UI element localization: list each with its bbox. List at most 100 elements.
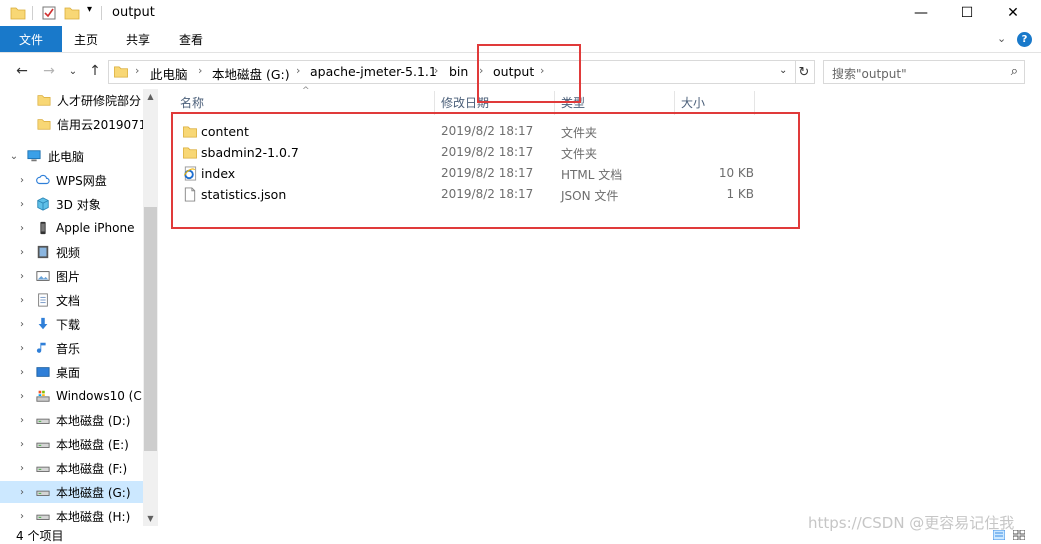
cube-icon	[37, 197, 49, 211]
tab-file[interactable]: 文件	[0, 26, 62, 52]
expand-arrow-icon[interactable]: ›	[16, 415, 28, 426]
expand-arrow-icon[interactable]: ›	[16, 247, 28, 258]
sidebar-item[interactable]: › 文档	[0, 289, 143, 311]
sidebar-item[interactable]: › 本地磁盘 (H:)	[0, 505, 143, 526]
details-view-icon[interactable]	[993, 530, 1005, 540]
tab-share[interactable]: 共享	[126, 26, 150, 52]
quick-access-dropdown-icon[interactable]: ▾	[87, 4, 92, 15]
download-icon	[38, 317, 48, 330]
sidebar-item[interactable]: › 本地磁盘 (E:)	[0, 433, 143, 455]
tab-view[interactable]: 查看	[179, 26, 203, 52]
watermark: https://CSDN @更容易记住我	[808, 514, 1015, 532]
sidebar-item-label: 信用云2019071	[57, 117, 143, 132]
sidebar-item-label: 此电脑	[48, 149, 85, 164]
column-header-name[interactable]: 名称	[180, 94, 204, 112]
breadcrumb-apache-jmeter[interactable]: apache-jmeter-5.1.1	[310, 64, 437, 79]
drive-icon	[36, 466, 50, 472]
sidebar-item[interactable]: › 桌面	[0, 361, 143, 383]
breadcrumb-separator[interactable]: ›	[296, 64, 300, 77]
expand-arrow-icon[interactable]: ›	[16, 199, 28, 210]
sidebar-item-label: WPS网盘	[56, 173, 107, 188]
maximize-button[interactable]: ☐	[944, 0, 990, 26]
expand-arrow-icon[interactable]: ›	[16, 175, 28, 186]
large-icons-view-icon[interactable]	[1013, 530, 1025, 540]
ribbon-expand-icon[interactable]: ⌄	[997, 32, 1006, 45]
recent-locations-button[interactable]: ⌄	[64, 62, 82, 80]
nav-scrollbar[interactable]: ▲ ▼	[143, 89, 158, 526]
item-count: 4 个项目	[16, 529, 64, 543]
forward-button[interactable]: →	[40, 62, 58, 80]
annotation-box-output	[477, 44, 581, 103]
close-button[interactable]: ✕	[990, 0, 1036, 26]
drive-icon	[36, 514, 50, 520]
cloud-icon	[36, 174, 50, 185]
video-icon	[37, 245, 49, 259]
sidebar-item-label: 人才研修院部分	[57, 93, 142, 108]
sidebar-item-label: 本地磁盘 (E:)	[56, 437, 129, 452]
expand-arrow-icon[interactable]: ›	[16, 487, 28, 498]
sidebar-item[interactable]: 信用云2019071	[0, 113, 143, 135]
sidebar-item[interactable]: › 3D 对象	[0, 193, 143, 215]
new-folder-icon[interactable]	[64, 5, 80, 21]
expand-arrow-icon[interactable]: ›	[16, 367, 28, 378]
expand-arrow-icon[interactable]: ›	[16, 511, 28, 522]
expand-arrow-icon[interactable]: ›	[16, 295, 28, 306]
back-button[interactable]: ←	[13, 62, 31, 80]
drive-icon	[36, 418, 50, 424]
expand-arrow-icon[interactable]: ›	[16, 439, 28, 450]
folder-icon	[37, 119, 51, 130]
up-button[interactable]: ↑	[86, 62, 104, 80]
breadcrumb-separator[interactable]: ›	[198, 64, 202, 77]
sidebar-item[interactable]: › 视频	[0, 241, 143, 263]
scroll-down-icon[interactable]: ▼	[143, 511, 158, 526]
sidebar-item-label: Apple iPhone	[56, 221, 135, 235]
breadcrumb-drive-g[interactable]: 本地磁盘 (G:)	[212, 64, 290, 83]
tab-home[interactable]: 主页	[74, 26, 98, 52]
desktop-icon	[36, 367, 50, 377]
breadcrumb-separator[interactable]: ›	[434, 64, 438, 77]
sidebar-item[interactable]: 人才研修院部分	[0, 89, 143, 111]
sidebar-item[interactable]: › 图片	[0, 265, 143, 287]
search-placeholder: 搜索"output"	[832, 67, 907, 81]
sidebar-item[interactable]: ⌄ 此电脑	[0, 145, 143, 167]
expand-arrow-icon[interactable]: ›	[16, 271, 28, 282]
scroll-thumb[interactable]	[144, 207, 157, 451]
expand-arrow-icon[interactable]: ›	[16, 343, 28, 354]
document-icon	[38, 293, 48, 307]
expand-arrow-icon[interactable]: ›	[16, 391, 28, 402]
sidebar-item[interactable]: › 本地磁盘 (G:)	[0, 481, 143, 503]
search-input[interactable]: 搜索"output" ⌕	[823, 60, 1025, 84]
breadcrumb-bin[interactable]: bin	[449, 64, 468, 79]
scroll-up-icon[interactable]: ▲	[143, 89, 158, 104]
sidebar-item[interactable]: › 本地磁盘 (F:)	[0, 457, 143, 479]
picture-icon	[36, 271, 50, 281]
music-icon	[36, 342, 46, 353]
sidebar-item[interactable]: › Windows10 (C:	[0, 385, 143, 407]
expand-arrow-icon[interactable]: ›	[16, 223, 28, 234]
sidebar-item[interactable]: › WPS网盘	[0, 169, 143, 191]
help-icon[interactable]: ?	[1017, 32, 1032, 47]
sidebar-item[interactable]: › 本地磁盘 (D:)	[0, 409, 143, 431]
sidebar-item[interactable]: › 音乐	[0, 337, 143, 359]
breadcrumb-separator[interactable]: ›	[135, 64, 139, 77]
breadcrumb-this-pc[interactable]: 此电脑	[150, 64, 188, 83]
sidebar-item[interactable]: › Apple iPhone	[0, 217, 143, 239]
properties-icon[interactable]	[41, 5, 57, 21]
navigation-pane: 人才研修院部分 信用云2019071 ⌄ 此电脑 › WPS网盘 › 3D 对象 › Apple …	[0, 89, 158, 526]
address-bar[interactable]: › 此电脑 › 本地磁盘 (G:) › apache-jmeter-5.1.1 …	[108, 60, 796, 84]
sidebar-item-label: 桌面	[56, 365, 81, 380]
sidebar-item-label: 下载	[56, 317, 81, 332]
sidebar-item-label: 音乐	[56, 341, 81, 356]
expand-arrow-icon[interactable]: ›	[16, 463, 28, 474]
sidebar-item-label: 本地磁盘 (F:)	[56, 461, 128, 476]
sidebar-item[interactable]: › 下载	[0, 313, 143, 335]
refresh-button[interactable]: ↻	[794, 60, 815, 84]
title-bar: ▾ output — ☐ ✕	[0, 0, 1041, 26]
address-dropdown-icon[interactable]: ⌄	[779, 65, 787, 76]
folder-icon	[10, 7, 26, 20]
column-header-size[interactable]: 大小	[681, 94, 705, 112]
expand-arrow-icon[interactable]: ›	[16, 319, 28, 330]
minimize-button[interactable]: —	[898, 0, 944, 26]
search-icon[interactable]: ⌕	[1011, 64, 1018, 79]
collapse-arrow-icon[interactable]: ⌄	[8, 151, 20, 162]
